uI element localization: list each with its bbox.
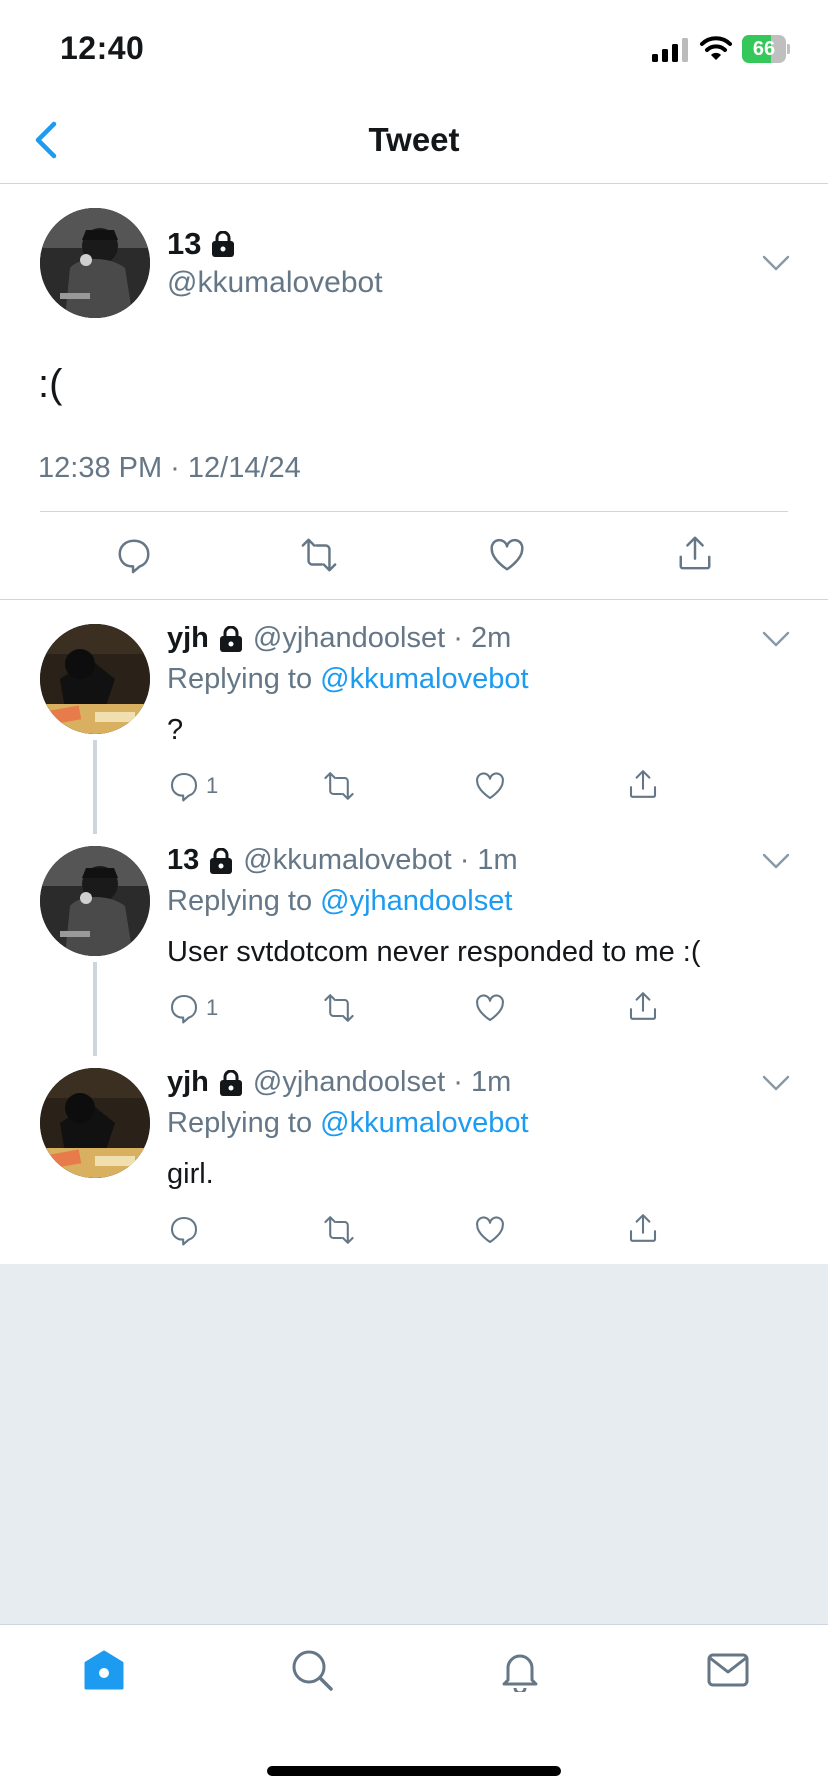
messages-icon[interactable] — [706, 1648, 750, 1692]
retweet-icon[interactable] — [323, 992, 355, 1024]
tweet-divider — [40, 511, 788, 512]
mention-link[interactable]: @kkumalovebot — [320, 663, 528, 695]
reply-author-handle: @yjhandoolset — [252, 622, 446, 654]
like-icon[interactable] — [474, 992, 506, 1024]
reply-time: 1m — [470, 1066, 512, 1098]
avatar[interactable] — [40, 624, 150, 734]
search-icon[interactable] — [290, 1648, 334, 1692]
retweet-icon[interactable] — [323, 770, 355, 802]
replying-to: Replying to @yjhandoolset — [167, 885, 513, 917]
reply-time: 2m — [470, 622, 512, 654]
avatar[interactable] — [40, 1068, 150, 1178]
reply-author[interactable]: 13 @kkumalovebot · 1m — [167, 844, 518, 877]
share-icon[interactable] — [627, 990, 659, 1022]
tweet-timestamp: 12:38 PM · 12/14/24 — [38, 452, 301, 484]
reply-author-name: yjh — [167, 1066, 209, 1098]
reply-text: ? — [167, 714, 184, 746]
retweet-icon[interactable] — [300, 536, 338, 574]
more-options-chevron-icon[interactable] — [762, 254, 790, 272]
avatar[interactable] — [40, 846, 150, 956]
reply-icon[interactable] — [168, 1214, 200, 1246]
reply-author[interactable]: yjh @yjhandoolset · 1m — [167, 1066, 511, 1099]
reply-button[interactable]: 1 — [168, 992, 218, 1024]
mention-link[interactable]: @yjhandoolset — [320, 885, 512, 917]
avatar[interactable] — [40, 208, 150, 318]
like-icon[interactable] — [488, 536, 526, 574]
protected-lock-icon — [219, 626, 243, 652]
reply-count: 1 — [206, 995, 219, 1020]
home-icon[interactable] — [82, 1648, 126, 1692]
notifications-icon[interactable] — [498, 1648, 542, 1692]
like-icon[interactable] — [474, 770, 506, 802]
retweet-icon[interactable] — [323, 1214, 355, 1246]
battery-percent: 66 — [752, 38, 776, 60]
reply-icon — [168, 770, 200, 802]
thread-line — [93, 962, 97, 1056]
replying-to: Replying to @kkumalovebot — [167, 1107, 529, 1139]
header-divider — [0, 183, 828, 184]
share-icon[interactable] — [627, 1212, 659, 1244]
reply-text: User svtdotcom never responded to me :( — [167, 936, 701, 968]
status-time: 12:40 — [60, 30, 145, 66]
reply-icon[interactable] — [115, 536, 153, 574]
more-options-chevron-icon[interactable] — [762, 630, 790, 648]
reply-author[interactable]: yjh @yjhandoolset · 2m — [167, 622, 511, 655]
actions-divider — [0, 599, 828, 600]
protected-lock-icon — [211, 231, 235, 257]
reply-author-handle: @kkumalovebot — [243, 844, 452, 876]
cellular-signal-icon — [652, 38, 690, 62]
page-title: Tweet — [368, 121, 460, 158]
reply-icon — [168, 992, 200, 1024]
home-indicator[interactable] — [267, 1766, 561, 1776]
reply-count: 1 — [206, 773, 219, 798]
share-icon[interactable] — [627, 768, 659, 800]
reply-author-handle: @yjhandoolset — [252, 1066, 446, 1098]
reply-author-name: 13 — [167, 844, 200, 876]
thread-line — [93, 740, 97, 834]
author-display-name: 13 — [167, 226, 202, 261]
reply-time: 1m — [477, 844, 518, 876]
author-name[interactable]: 13 — [167, 226, 235, 262]
more-options-chevron-icon[interactable] — [762, 1074, 790, 1092]
wifi-icon — [700, 34, 732, 62]
replying-to: Replying to @kkumalovebot — [167, 663, 529, 695]
more-options-chevron-icon[interactable] — [762, 852, 790, 870]
reply-text: girl. — [167, 1158, 214, 1190]
mention-link[interactable]: @kkumalovebot — [320, 1107, 528, 1139]
protected-lock-icon — [209, 848, 233, 874]
reply-button[interactable]: 1 — [168, 770, 218, 802]
tweet-text: :( — [38, 362, 63, 406]
share-icon[interactable] — [676, 534, 714, 572]
author-handle[interactable]: @kkumalovebot — [167, 266, 383, 300]
like-icon[interactable] — [474, 1214, 506, 1246]
battery-icon: 66 — [742, 35, 790, 63]
reply-author-name: yjh — [167, 622, 209, 654]
tab-bar-divider — [0, 1624, 828, 1625]
empty-area — [0, 1264, 828, 1624]
protected-lock-icon — [219, 1070, 243, 1096]
